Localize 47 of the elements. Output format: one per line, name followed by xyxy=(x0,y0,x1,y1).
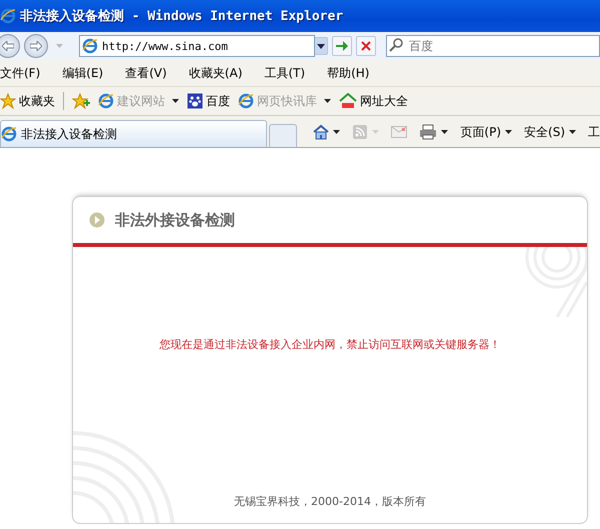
command-button[interactable] xyxy=(419,124,448,140)
dropdown-caret-icon[interactable] xyxy=(441,130,448,134)
house-icon xyxy=(339,93,357,109)
home-icon xyxy=(313,124,330,140)
forward-arrow-icon xyxy=(30,41,42,51)
menu-item[interactable]: 查看(V) xyxy=(125,64,167,82)
menu-item[interactable]: 收藏夹(A) xyxy=(188,64,242,82)
favorites-star-icon xyxy=(0,93,16,109)
menu-item[interactable]: 工具(T) xyxy=(264,64,306,82)
dropdown-caret-icon[interactable] xyxy=(333,130,340,134)
warning-message: 您现在是通过非法设备接入企业内网，禁止访问互联网或关键服务器！ xyxy=(160,337,500,352)
play-bullet-icon xyxy=(89,212,105,228)
feed-icon xyxy=(352,124,368,140)
dropdown-caret-icon xyxy=(317,44,325,48)
search-field[interactable]: 百度 xyxy=(386,35,600,57)
ie-page-icon xyxy=(98,93,114,109)
menu-item[interactable]: 编辑(E) xyxy=(62,64,104,82)
stop-button[interactable] xyxy=(356,36,376,56)
menu-item[interactable]: 帮助(H) xyxy=(327,64,370,82)
window-title: 非法接入设备检测 - Windows Internet Explorer xyxy=(20,8,344,25)
forward-button[interactable] xyxy=(24,34,48,58)
favorites-bar-item[interactable]: 百度 xyxy=(187,92,230,110)
favorites-bar-item[interactable]: 网址大全 xyxy=(339,92,408,110)
stop-x-icon xyxy=(361,41,371,51)
add-favorite-icon xyxy=(72,93,90,109)
command-menu[interactable]: 安全(S) xyxy=(524,124,576,140)
ie-page-icon xyxy=(1,126,17,142)
back-arrow-icon xyxy=(2,41,14,51)
card-title: 非法外接设备检测 xyxy=(115,210,235,230)
command-menu[interactable]: 工 xyxy=(588,124,600,140)
dropdown-caret-icon[interactable] xyxy=(505,130,512,134)
back-button[interactable] xyxy=(0,34,20,58)
dropdown-caret-icon[interactable] xyxy=(569,130,576,134)
paw-icon xyxy=(187,93,203,109)
address-dropdown-button[interactable] xyxy=(314,37,328,55)
browser-tab[interactable]: 非法接入设备检测 xyxy=(0,120,268,147)
address-field[interactable]: http://www.sina.com xyxy=(79,35,315,57)
ie-page-icon xyxy=(238,93,254,109)
go-arrow-icon xyxy=(336,41,348,51)
ie-logo-icon xyxy=(0,8,16,24)
menu-item[interactable]: 文件(F) xyxy=(0,64,40,82)
favorites-button[interactable]: 收藏夹 xyxy=(0,92,55,110)
copyright-text: 无锡宝界科技，2000-2014，版本所有 xyxy=(234,494,426,509)
mail-icon xyxy=(391,126,408,138)
command-menu[interactable]: 页面(P) xyxy=(460,124,512,140)
printer-icon xyxy=(419,124,438,140)
command-button[interactable] xyxy=(313,124,340,140)
